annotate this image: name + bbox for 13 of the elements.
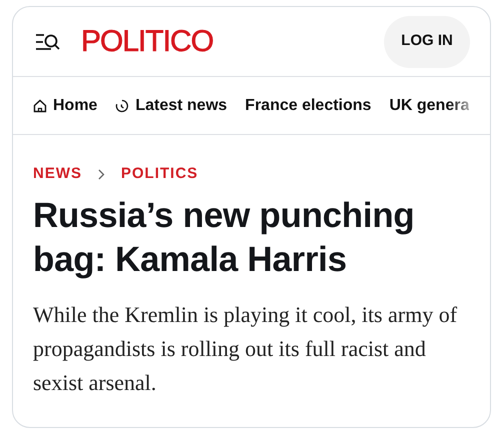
logo[interactable]: POLITICO xyxy=(81,26,214,56)
headline: Russia’s new punching bag: Kamala Harris xyxy=(33,194,416,280)
chevron-icon xyxy=(98,168,105,180)
login-button[interactable]: LOG IN xyxy=(384,16,470,68)
article-summary: While the Kremlin is playing it cool, its army of propagandists is rolling out its full racist and sexist arsenal. xyxy=(33,300,458,396)
nav-link[interactable]: Latest news xyxy=(115,94,228,118)
menu-search-icon[interactable] xyxy=(35,32,61,50)
breadcrumb-link[interactable]: POLITICS xyxy=(121,163,198,186)
nav-link[interactable]: France elections xyxy=(245,94,372,118)
nav-link[interactable]: Home xyxy=(33,94,98,118)
breadcrumb-link[interactable]: NEWS xyxy=(33,163,82,186)
home-icon xyxy=(33,98,47,112)
clock-icon xyxy=(115,98,130,112)
